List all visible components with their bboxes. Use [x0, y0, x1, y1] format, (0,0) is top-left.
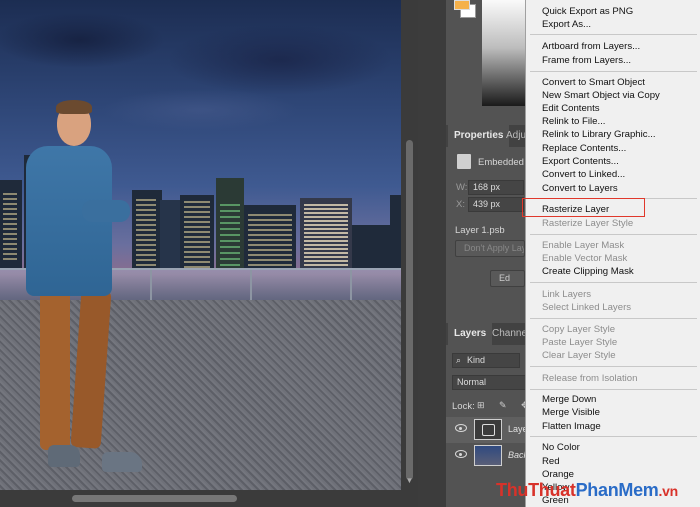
smart-object-icon [457, 154, 471, 169]
lock-label: Lock: [452, 401, 475, 412]
canvas-vertical-scrollbar[interactable]: ▼ [401, 0, 418, 507]
menu-item-edit-contents[interactable]: Edit Contents [542, 102, 600, 115]
pants-right [70, 289, 112, 449]
menu-separator [530, 366, 697, 367]
menu-item-flatten-image[interactable]: Flatten Image [542, 420, 601, 433]
menu-item-select-linked-layers[interactable]: Select Linked Layers [542, 301, 631, 314]
menu-item-merge-down[interactable]: Merge Down [542, 393, 596, 406]
shoe-right [102, 452, 142, 472]
menu-item-new-smart-object-via-copy[interactable]: New Smart Object via Copy [542, 89, 660, 102]
visibility-eye-icon[interactable] [455, 450, 467, 458]
building-windows [220, 200, 240, 266]
menu-item-convert-smart-object[interactable]: Convert to Smart Object [542, 76, 645, 89]
railing-post [350, 270, 352, 302]
width-field[interactable]: 168 px [468, 180, 524, 195]
menu-separator [530, 436, 697, 437]
menu-item-artboard-from-layers[interactable]: Artboard from Layers... [542, 40, 640, 53]
menu-item-release-from-isolation[interactable]: Release from Isolation [542, 372, 637, 385]
document-canvas[interactable] [0, 0, 401, 490]
menu-item-red[interactable]: Red [542, 455, 560, 468]
building [160, 200, 182, 270]
pants-left [40, 290, 70, 450]
man-figure [20, 100, 150, 480]
visibility-eye-icon[interactable] [455, 424, 467, 432]
railing-post [250, 270, 252, 302]
menu-item-export-as[interactable]: Export As... [542, 18, 591, 31]
site-watermark: ThuThuatPhanMem.vn [496, 480, 678, 501]
layer-thumbnail [474, 419, 502, 440]
menu-item-no-color[interactable]: No Color [542, 441, 580, 454]
building-windows [248, 212, 292, 266]
layer-thumbnail [474, 445, 502, 466]
layer-row-background[interactable]: Back [446, 443, 528, 469]
layer-row-smart-object[interactable]: Laye [446, 417, 528, 443]
menu-item-frame-from-layers[interactable]: Frame from Layers... [542, 54, 631, 67]
watermark-part-2: Thuat [528, 480, 576, 500]
building [390, 195, 401, 270]
shoe-left [48, 445, 80, 467]
panel-dock-strip [418, 0, 446, 507]
building-windows [304, 204, 348, 266]
menu-separator [530, 389, 697, 390]
hair [56, 100, 92, 114]
menu-separator [530, 34, 697, 35]
railing-post [150, 270, 152, 302]
menu-item-export-contents[interactable]: Export Contents... [542, 155, 619, 168]
x-label: X: [456, 199, 465, 210]
building-windows [184, 200, 210, 268]
canvas-horizontal-scrollbar[interactable] [0, 490, 401, 507]
layer-context-menu: Quick Export as PNG Export As... Artboar… [525, 0, 700, 507]
menu-item-merge-visible[interactable]: Merge Visible [542, 406, 600, 419]
hscroll-thumb[interactable] [72, 495, 237, 502]
menu-item-replace-contents[interactable]: Replace Contents... [542, 142, 626, 155]
menu-item-quick-export-png[interactable]: Quick Export as PNG [542, 5, 633, 18]
menu-item-relink-to-library-graphic[interactable]: Relink to Library Graphic... [542, 128, 656, 141]
watermark-part-1: Thu [496, 480, 529, 500]
properties-tabbar: Properties Adju [446, 125, 526, 147]
menu-separator [530, 318, 697, 319]
smart-object-badge-icon [482, 424, 495, 436]
foreground-color-swatch[interactable] [454, 0, 470, 10]
menu-separator [530, 282, 697, 283]
layer-file-name: Layer 1.psb [455, 225, 505, 236]
vscroll-thumb[interactable] [406, 140, 413, 480]
menu-item-clear-layer-style[interactable]: Clear Layer Style [542, 349, 616, 362]
arm [82, 200, 130, 222]
menu-item-rasterize-layer-style[interactable]: Rasterize Layer Style [542, 217, 633, 230]
layer-filter-kind[interactable]: ⌕ Kind [452, 353, 520, 368]
menu-item-convert-to-layers[interactable]: Convert to Layers [542, 182, 618, 195]
menu-separator [530, 234, 697, 235]
menu-item-relink-to-file[interactable]: Relink to File... [542, 115, 605, 128]
watermark-part-4: .vn [658, 483, 679, 499]
filter-kind-label: Kind [467, 355, 486, 365]
menu-item-link-layers[interactable]: Link Layers [542, 288, 591, 301]
rasterize-highlight-box [522, 198, 645, 217]
search-icon: ⌕ [456, 355, 462, 365]
blend-mode-select[interactable]: Normal [452, 375, 526, 390]
layers-tabbar: Layers Channe [446, 323, 527, 345]
edit-contents-button[interactable]: Ed [490, 270, 525, 287]
width-label: W: [456, 182, 468, 193]
color-picker-field[interactable] [482, 0, 526, 106]
x-field[interactable]: 439 px [468, 197, 524, 212]
photoshop-window: ▼ Properties Adju Embedded S W: 168 px X… [0, 0, 700, 507]
scroll-down-arrow-icon[interactable]: ▼ [404, 476, 415, 485]
menu-item-enable-layer-mask[interactable]: Enable Layer Mask [542, 239, 624, 252]
menu-item-create-clipping-mask[interactable]: Create Clipping Mask [542, 265, 634, 278]
watermark-part-3: PhanMem [575, 480, 659, 500]
menu-item-enable-vector-mask[interactable]: Enable Vector Mask [542, 252, 627, 265]
menu-item-convert-to-linked[interactable]: Convert to Linked... [542, 168, 625, 181]
menu-separator [530, 71, 697, 72]
menu-item-paste-layer-style[interactable]: Paste Layer Style [542, 336, 617, 349]
building-windows [3, 190, 17, 260]
dont-apply-layer-comp-select[interactable]: Don't Apply Lay [455, 240, 525, 257]
menu-item-copy-layer-style[interactable]: Copy Layer Style [542, 323, 615, 336]
